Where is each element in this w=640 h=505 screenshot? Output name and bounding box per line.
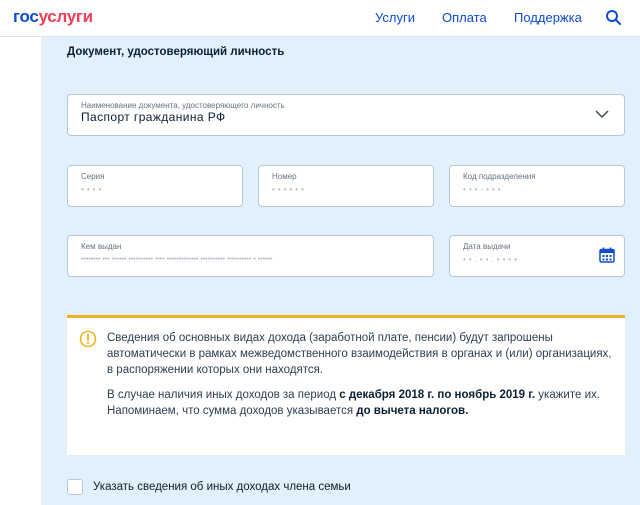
issued-by-label: Кем выдан [81,242,122,251]
division-code-value: • • • - • • • [463,185,502,194]
chevron-down-icon[interactable] [594,107,610,119]
logo-part1: гос [13,7,39,26]
number-label: Номер [272,172,297,181]
info-before-tax-bold: до вычета налогов. [356,405,469,417]
document-type-value: Паспорт гражданина РФ [81,110,226,124]
calendar-icon[interactable] [599,247,615,263]
series-field[interactable]: Серия • • • • [67,165,243,207]
other-income-checkbox[interactable] [67,479,83,495]
nav-services[interactable]: Услуги [375,10,415,26]
issued-by-field[interactable]: Кем выдан •••••••• ••• •••••• ••••••••••… [67,235,434,277]
info-p3-before: Напоминаем, что сумма доходов указываетс… [107,405,357,417]
info-p2-after: укажите их. [535,389,600,401]
search-icon[interactable] [604,8,624,28]
issue-date-field[interactable]: Дата выдачи • • . • • . • • • • [449,235,625,277]
other-income-checkbox-label[interactable]: Указать сведения об иных доходах члена с… [93,479,351,495]
income-info-box: Сведения об основных видах дохода (зараб… [67,315,625,455]
gosuslugi-logo[interactable]: госуслуги [13,7,93,27]
series-value: • • • • [81,185,102,194]
document-type-select[interactable]: Наименование документа, удостоверяющего … [67,94,625,136]
division-code-label: Код подразделения [463,172,536,181]
nav-support[interactable]: Поддержка [514,10,582,26]
issued-by-value: •••••••• ••• •••••• •••••••••• •••• ••••… [81,256,273,263]
info-period-bold: с декабря 2018 г. по ноябрь 2019 г. [339,389,536,401]
series-label: Серия [81,172,105,181]
exclamation-circle-icon [79,330,97,348]
info-paragraph-2: В случае наличия иных доходов за период … [107,387,617,419]
top-header: госуслуги Услуги Оплата Поддержка [0,0,640,37]
issue-date-label: Дата выдачи [463,242,511,251]
division-code-field[interactable]: Код подразделения • • • - • • • [449,165,625,207]
number-value: • • • • • • [272,185,305,194]
section-title: Документ, удостоверяющий личность [67,46,285,58]
info-p2-before: В случае наличия иных доходов за период [107,389,340,401]
logo-part2: услуги [38,7,94,26]
number-field[interactable]: Номер • • • • • • [258,165,434,207]
issue-date-value: • • . • • . • • • • [463,255,518,264]
info-paragraph-1: Сведения об основных видах дохода (зараб… [107,332,612,376]
nav-payment[interactable]: Оплата [442,10,487,26]
